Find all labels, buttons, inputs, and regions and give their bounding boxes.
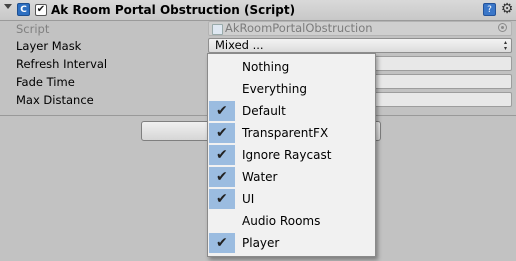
- menu-item-everything[interactable]: Everything: [209, 78, 374, 100]
- menu-item-player[interactable]: ✔ Player: [209, 232, 374, 254]
- checkmark-icon: ✔: [216, 125, 228, 141]
- menu-check-column: ✔: [209, 189, 235, 209]
- menu-item-label: TransparentFX: [242, 126, 329, 140]
- menu-item-label: Audio Rooms: [242, 214, 321, 228]
- component-enabled-checkbox[interactable]: ✔: [35, 4, 47, 16]
- menu-check-column: [209, 57, 235, 77]
- menu-item-label: Default: [242, 104, 286, 118]
- script-label: Script: [16, 22, 50, 36]
- script-row: Script AkRoomPortalObstruction: [0, 20, 516, 38]
- menu-item-label: Ignore Raycast: [242, 148, 332, 162]
- menu-item-label: Nothing: [242, 60, 290, 74]
- menu-item-ui[interactable]: ✔ UI: [209, 188, 374, 210]
- script-value: AkRoomPortalObstruction: [225, 21, 373, 35]
- script-component-icon: C: [17, 3, 30, 16]
- layer-mask-value: Mixed ...: [215, 38, 264, 52]
- menu-check-column: [209, 211, 235, 231]
- menu-item-transparentfx[interactable]: ✔ TransparentFX: [209, 122, 374, 144]
- menu-check-column: ✔: [209, 123, 235, 143]
- menu-item-ignore-raycast[interactable]: ✔ Ignore Raycast: [209, 144, 374, 166]
- object-picker-icon: [498, 23, 507, 32]
- layer-mask-label: Layer Mask: [16, 39, 82, 53]
- checkmark-icon: ✔: [216, 103, 228, 119]
- checkmark-icon: ✔: [216, 169, 228, 185]
- menu-check-column: ✔: [209, 145, 235, 165]
- component-title: Ak Room Portal Obstruction (Script): [51, 3, 296, 17]
- settings-gear-icon[interactable]: ⚙: [499, 1, 515, 17]
- component-header: C ✔ Ak Room Portal Obstruction (Script) …: [0, 0, 516, 21]
- refresh-interval-label: Refresh Interval: [16, 57, 108, 71]
- menu-item-label: Player: [242, 236, 280, 250]
- menu-item-nothing[interactable]: Nothing: [209, 56, 374, 78]
- checkmark-icon: ✔: [216, 235, 228, 251]
- menu-item-default[interactable]: ✔ Default: [209, 100, 374, 122]
- dropdown-arrow-icon: ▴ ▾: [503, 39, 507, 52]
- menu-item-label: UI: [242, 192, 255, 206]
- max-distance-label: Max Distance: [16, 93, 94, 107]
- menu-item-audio-rooms[interactable]: Audio Rooms: [209, 210, 374, 232]
- checkmark-icon: ✔: [216, 191, 228, 207]
- menu-check-column: ✔: [209, 101, 235, 121]
- script-field: AkRoomPortalObstruction: [208, 21, 512, 36]
- help-book-icon[interactable]: ?: [483, 3, 496, 16]
- menu-item-water[interactable]: ✔ Water: [209, 166, 374, 188]
- script-file-icon: [212, 24, 223, 35]
- layer-mask-menu: Nothing Everything ✔ Default ✔ Transpare…: [207, 53, 376, 257]
- menu-check-column: [209, 79, 235, 99]
- checkmark-icon: ✔: [216, 147, 228, 163]
- fade-time-label: Fade Time: [16, 75, 75, 89]
- layer-mask-dropdown[interactable]: Mixed ... ▴ ▾: [208, 38, 512, 53]
- menu-item-label: Water: [242, 170, 278, 184]
- menu-check-column: ✔: [209, 167, 235, 187]
- foldout-arrow-icon[interactable]: [4, 4, 12, 9]
- menu-check-column: ✔: [209, 233, 235, 253]
- menu-item-label: Everything: [242, 82, 307, 96]
